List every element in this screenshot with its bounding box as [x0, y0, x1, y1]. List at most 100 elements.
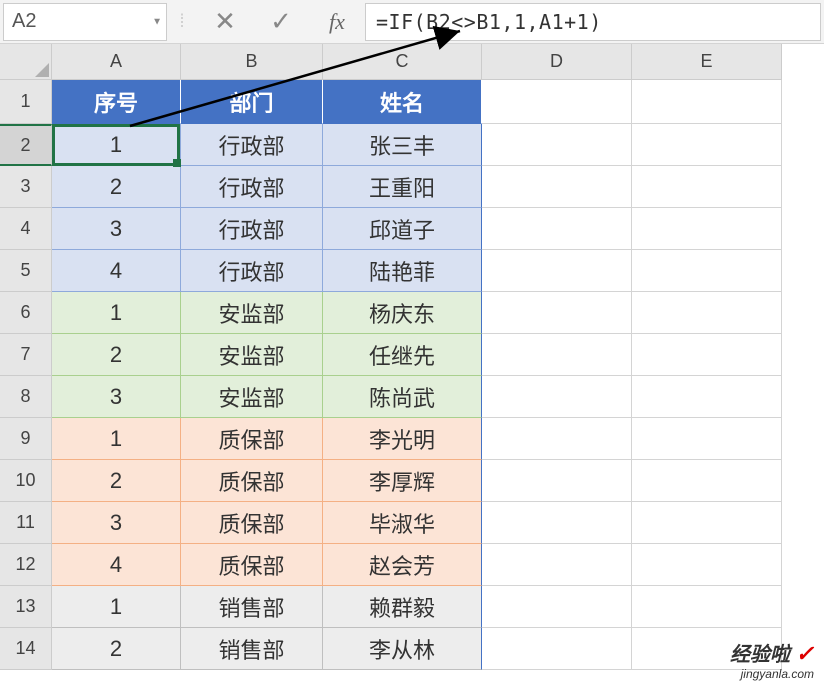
chevron-down-icon[interactable]: ▼ [152, 16, 162, 27]
cell[interactable] [632, 80, 782, 124]
cell[interactable]: 1 [52, 292, 181, 334]
cell[interactable]: 质保部 [181, 502, 323, 544]
cell[interactable]: 1 [52, 418, 181, 460]
spreadsheet: A B C D E 1 序号 部门 姓名 2 1 行政部 张三丰 3 2 行政部… [0, 44, 824, 670]
cell[interactable]: 李从林 [323, 628, 482, 670]
cell[interactable] [632, 250, 782, 292]
row-header[interactable]: 4 [0, 208, 52, 250]
cell[interactable] [632, 208, 782, 250]
cell[interactable] [482, 166, 632, 208]
cell[interactable]: 杨庆东 [323, 292, 482, 334]
col-header-d[interactable]: D [482, 44, 632, 80]
cell[interactable]: 任继先 [323, 334, 482, 376]
cell[interactable] [482, 502, 632, 544]
cell[interactable] [632, 586, 782, 628]
cell[interactable] [632, 166, 782, 208]
col-header-c[interactable]: C [323, 44, 482, 80]
cancel-button[interactable]: ✕ [197, 3, 253, 41]
cell[interactable]: 邱道子 [323, 208, 482, 250]
cell[interactable] [632, 292, 782, 334]
cell[interactable]: 销售部 [181, 628, 323, 670]
cell[interactable]: 李光明 [323, 418, 482, 460]
cell[interactable]: 安监部 [181, 292, 323, 334]
cell[interactable] [482, 628, 632, 670]
select-all-corner[interactable] [0, 44, 52, 80]
cell[interactable]: 质保部 [181, 418, 323, 460]
cell[interactable]: 张三丰 [323, 124, 482, 166]
row-header[interactable]: 2 [0, 124, 52, 166]
formula-input[interactable]: =IF(B2<>B1,1,A1+1) [365, 3, 821, 41]
header-cell-name[interactable]: 姓名 [323, 80, 482, 124]
cell[interactable] [632, 334, 782, 376]
cell[interactable] [632, 460, 782, 502]
cell[interactable]: 安监部 [181, 334, 323, 376]
cell[interactable]: 行政部 [181, 208, 323, 250]
insert-function-button[interactable]: fx [309, 3, 365, 41]
cell[interactable]: 2 [52, 166, 181, 208]
cell[interactable] [482, 586, 632, 628]
cell[interactable]: 2 [52, 628, 181, 670]
cell[interactable]: 4 [52, 250, 181, 292]
cell[interactable]: 王重阳 [323, 166, 482, 208]
cell[interactable]: 销售部 [181, 586, 323, 628]
cell[interactable]: 1 [52, 124, 181, 166]
cell[interactable]: 行政部 [181, 250, 323, 292]
row-header[interactable]: 14 [0, 628, 52, 670]
cell[interactable]: 质保部 [181, 460, 323, 502]
cell[interactable]: 行政部 [181, 124, 323, 166]
cell[interactable] [482, 334, 632, 376]
row-header[interactable]: 7 [0, 334, 52, 376]
cell[interactable]: 安监部 [181, 376, 323, 418]
cell[interactable]: 2 [52, 460, 181, 502]
cell[interactable] [482, 250, 632, 292]
row-header[interactable]: 5 [0, 250, 52, 292]
rows-container: 1 序号 部门 姓名 2 1 行政部 张三丰 3 2 行政部 王重阳 4 3 行… [0, 80, 824, 670]
row-header[interactable]: 10 [0, 460, 52, 502]
cell[interactable] [482, 124, 632, 166]
row-header[interactable]: 13 [0, 586, 52, 628]
cell[interactable]: 4 [52, 544, 181, 586]
watermark-url: jingyanla.com [730, 667, 814, 681]
cell[interactable]: 陆艳菲 [323, 250, 482, 292]
col-header-a[interactable]: A [52, 44, 181, 80]
cell[interactable] [632, 376, 782, 418]
name-box[interactable]: A2 ▼ [3, 3, 167, 41]
col-header-b[interactable]: B [181, 44, 323, 80]
row-header[interactable]: 8 [0, 376, 52, 418]
cell[interactable]: 3 [52, 208, 181, 250]
col-header-e[interactable]: E [632, 44, 782, 80]
cell[interactable] [632, 124, 782, 166]
cell[interactable] [482, 460, 632, 502]
cell[interactable] [482, 208, 632, 250]
confirm-button[interactable]: ✓ [253, 3, 309, 41]
cell[interactable] [482, 292, 632, 334]
row-header[interactable]: 9 [0, 418, 52, 460]
cell[interactable] [482, 418, 632, 460]
cell[interactable]: 2 [52, 334, 181, 376]
row-header[interactable]: 1 [0, 80, 52, 124]
cell[interactable]: 质保部 [181, 544, 323, 586]
header-cell-dept[interactable]: 部门 [181, 80, 323, 124]
row-header[interactable]: 12 [0, 544, 52, 586]
cell[interactable]: 赖群毅 [323, 586, 482, 628]
cell[interactable] [632, 544, 782, 586]
cell[interactable] [482, 80, 632, 124]
cell[interactable]: 行政部 [181, 166, 323, 208]
row-header[interactable]: 11 [0, 502, 52, 544]
cell[interactable]: 3 [52, 502, 181, 544]
watermark: 经验啦 ✓ jingyanla.com [730, 638, 814, 681]
cell[interactable]: 3 [52, 376, 181, 418]
row-header[interactable]: 6 [0, 292, 52, 334]
row-header[interactable]: 3 [0, 166, 52, 208]
cell[interactable]: 李厚辉 [323, 460, 482, 502]
cell[interactable]: 陈尚武 [323, 376, 482, 418]
cell[interactable]: 赵会芳 [323, 544, 482, 586]
cell[interactable] [482, 376, 632, 418]
cell[interactable]: 1 [52, 586, 181, 628]
cell[interactable] [482, 544, 632, 586]
header-cell-seq[interactable]: 序号 [52, 80, 181, 124]
cell[interactable] [632, 418, 782, 460]
cell[interactable]: 毕淑华 [323, 502, 482, 544]
cell[interactable] [632, 502, 782, 544]
check-icon: ✓ [796, 641, 814, 666]
